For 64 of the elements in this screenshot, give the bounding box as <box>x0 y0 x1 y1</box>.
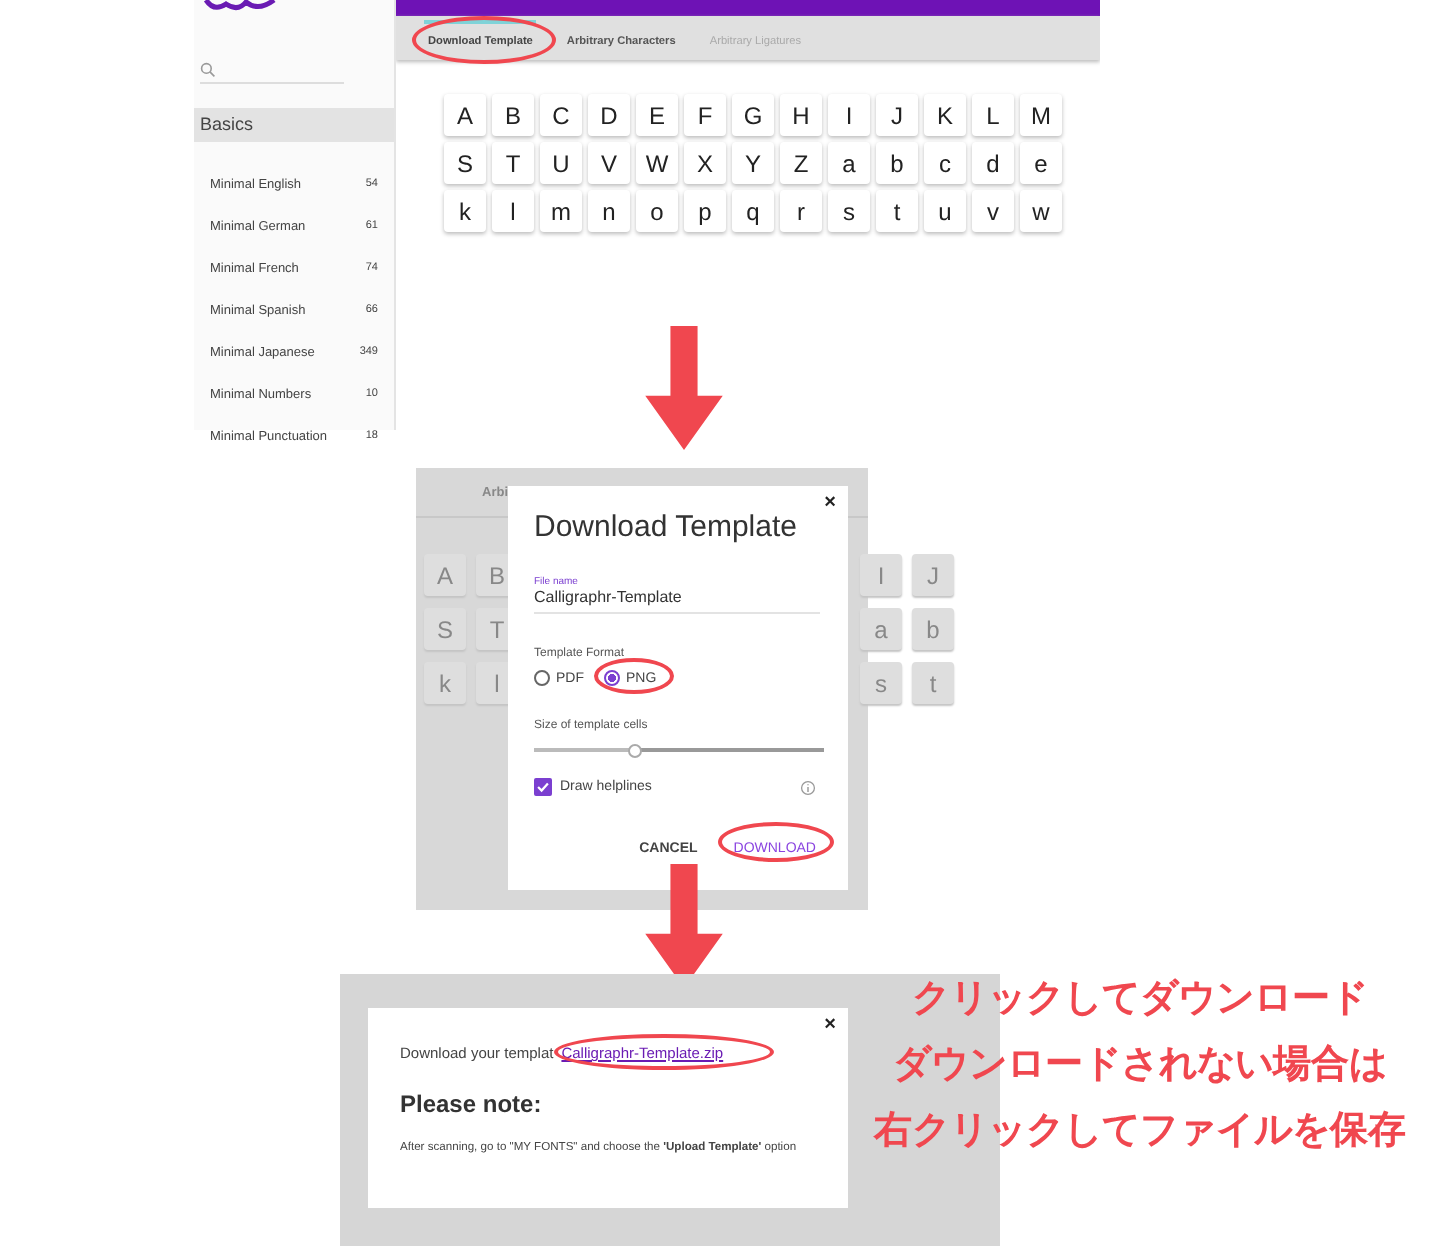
character-tile: b <box>912 608 954 650</box>
character-tile[interactable]: n <box>588 190 630 232</box>
checkbox[interactable] <box>534 778 552 796</box>
character-tile[interactable]: S <box>444 142 486 184</box>
character-tile[interactable]: b <box>876 142 918 184</box>
sidebar-section[interactable]: Basics <box>194 108 394 142</box>
file-name-field[interactable]: Calligraphr-Template <box>534 588 820 614</box>
info-icon[interactable] <box>800 779 816 795</box>
search-icon <box>200 62 216 78</box>
character-tile[interactable]: B <box>492 94 534 136</box>
character-tile[interactable]: d <box>972 142 1014 184</box>
character-tile[interactable]: v <box>972 190 1014 232</box>
character-tile[interactable]: l <box>492 190 534 232</box>
character-tile[interactable]: U <box>540 142 582 184</box>
character-tile[interactable]: V <box>588 142 630 184</box>
character-tile: J <box>912 554 954 596</box>
close-button[interactable]: × <box>824 1014 836 1036</box>
close-button[interactable]: × <box>824 492 836 514</box>
character-tile[interactable]: e <box>1020 142 1062 184</box>
character-tile[interactable]: X <box>684 142 726 184</box>
character-tile: a <box>860 608 902 650</box>
character-tile[interactable]: L <box>972 94 1014 136</box>
annotation-text: クリックしてダウンロード <box>912 974 1368 1024</box>
character-tile[interactable]: a <box>828 142 870 184</box>
character-tile[interactable]: Z <box>780 142 822 184</box>
character-tile: s <box>860 662 902 704</box>
highlight-oval <box>412 16 556 64</box>
character-tile[interactable]: W <box>636 142 678 184</box>
character-tile[interactable]: s <box>828 190 870 232</box>
annotation-text: ダウンロードされない場合は <box>893 1040 1387 1090</box>
character-tile[interactable]: r <box>780 190 822 232</box>
character-tile[interactable]: u <box>924 190 966 232</box>
character-tile[interactable]: J <box>876 94 918 136</box>
character-tile[interactable]: M <box>1020 94 1062 136</box>
character-tile[interactable]: p <box>684 190 726 232</box>
character-tile[interactable]: E <box>636 94 678 136</box>
character-tile[interactable]: k <box>444 190 486 232</box>
character-tile[interactable]: F <box>684 94 726 136</box>
character-tile[interactable]: A <box>444 94 486 136</box>
character-tile[interactable]: w <box>1020 190 1062 232</box>
note-heading: Please note: <box>400 1090 544 1118</box>
character-tile[interactable]: Y <box>732 142 774 184</box>
character-tile[interactable]: G <box>732 94 774 136</box>
down-arrow-icon <box>644 326 724 450</box>
character-tile[interactable]: C <box>540 94 582 136</box>
character-tile[interactable]: D <box>588 94 630 136</box>
character-tile: t <box>912 662 954 704</box>
character-tile[interactable]: c <box>924 142 966 184</box>
highlight-oval <box>594 658 674 694</box>
character-tile[interactable]: H <box>780 94 822 136</box>
character-tile: k <box>424 662 466 704</box>
character-tile[interactable]: T <box>492 142 534 184</box>
character-tile[interactable]: t <box>876 190 918 232</box>
character-tile[interactable]: o <box>636 190 678 232</box>
character-tile[interactable]: I <box>828 94 870 136</box>
dialog-title: Download Template <box>534 510 799 544</box>
highlight-oval <box>718 822 834 862</box>
character-tile[interactable]: m <box>540 190 582 232</box>
annotation-text: 右クリックしてファイルを保存 <box>874 1106 1406 1156</box>
character-tile: I <box>860 554 902 596</box>
character-tile[interactable]: q <box>732 190 774 232</box>
character-tile[interactable]: K <box>924 94 966 136</box>
character-tile: S <box>424 608 466 650</box>
character-tile: A <box>424 554 466 596</box>
